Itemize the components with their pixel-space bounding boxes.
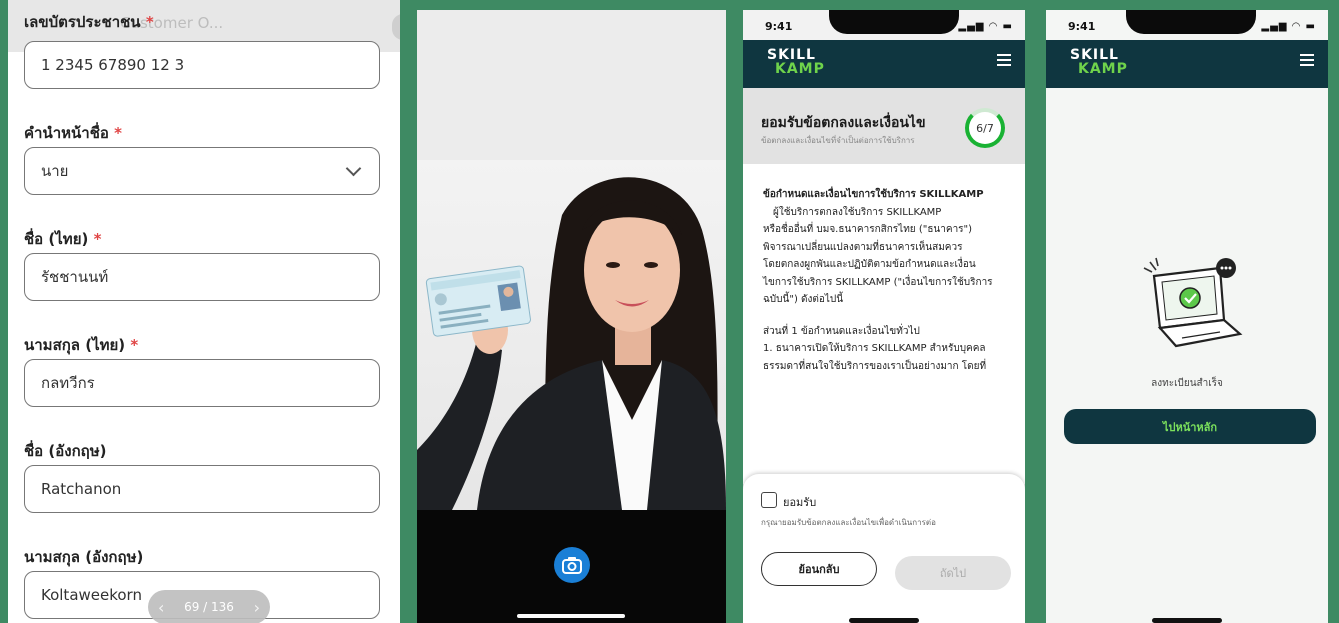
terms-subtitle: ข้อตกลงและเงื่อนไขที่จำเป็นต่อการใช้บริก… xyxy=(761,136,915,145)
label-last-name-en: นามสกุล (อังกฤษ) xyxy=(24,548,144,566)
accept-note: กรุณายอมรับข้อตกลงและเงื่อนไขเพื่อดำเนิน… xyxy=(761,518,936,527)
terms-line: ไขการใช้บริการ SKILLKAMP ("เงื่อนไขการใช… xyxy=(763,276,993,288)
label-first-name-th: ชื่อ (ไทย) * xyxy=(24,230,102,248)
phone-notch xyxy=(829,10,959,34)
home-indicator xyxy=(1152,618,1222,623)
label-title-prefix: คำนำหน้าชื่อ * xyxy=(24,124,122,142)
camera-capture-panel xyxy=(417,10,726,623)
last-name-th-input[interactable]: กลทวีกร xyxy=(24,359,380,407)
label-last-name-th: นามสกุล (ไทย) * xyxy=(24,336,139,354)
chevron-down-icon xyxy=(345,160,362,176)
terms-line: โดยตกลงผูกพันและปฏิบัติตามข้อกำหนดและเงื… xyxy=(763,259,976,270)
status-time: 9:41 xyxy=(1068,20,1096,33)
next-page-button[interactable]: › xyxy=(254,598,260,617)
home-indicator xyxy=(517,614,625,618)
app-bar: SKILL KAMP xyxy=(743,40,1025,88)
registration-form-panel: Customer O... เลขบัตรประชาชน * 1 2345 67… xyxy=(8,0,400,623)
person-holding-id-card-photo xyxy=(417,177,726,510)
camera-icon xyxy=(562,557,582,574)
terms-line: หรือชื่ออื่นที่ บมจ.ธนาคารกสิกรไทย ("ธนา… xyxy=(763,224,973,235)
phone-notch xyxy=(1126,10,1256,34)
next-button[interactable]: ถัดไป xyxy=(895,556,1011,590)
page-count: 69 / 136 xyxy=(184,600,234,614)
skillkamp-logo: SKILL KAMP xyxy=(767,47,825,77)
label-first-name-en: ชื่อ (อังกฤษ) xyxy=(24,442,107,460)
terms-line: ผู้ใช้บริการตกลงใช้บริการ SKILLKAMP xyxy=(773,206,942,218)
accept-label: ยอมรับ xyxy=(783,496,817,509)
terms-body-heading: ข้อกำหนดและเงื่อนไขการใช้บริการ SKILLKAM… xyxy=(763,189,984,200)
laptop-success-icon xyxy=(1143,257,1243,348)
terms-line: พิจารณาเปลี่ยนแปลงตามที่ธนาคารเห็นสมควร xyxy=(763,241,963,253)
terms-title: ยอมรับข้อตกลงและเงื่อนไข xyxy=(761,115,926,131)
status-time: 9:41 xyxy=(765,20,793,33)
id-card-input[interactable]: 1 2345 67890 12 3 xyxy=(24,41,380,89)
home-indicator xyxy=(849,618,919,623)
label-id-card: เลขบัตรประชาชน * xyxy=(24,13,154,31)
terms-screen: 9:41 ▂▄▆ ◠ ▬ SKILL KAMP ยอมรับข้อตกลงและเ… xyxy=(743,10,1025,623)
first-name-th-input[interactable]: รัชชานนท์ xyxy=(24,253,380,301)
back-button[interactable]: ย้อนกลับ xyxy=(761,552,877,586)
hamburger-menu-icon[interactable] xyxy=(997,54,1011,69)
progress-ring: 6/7 xyxy=(965,108,1005,148)
capture-button[interactable] xyxy=(554,547,590,583)
hamburger-menu-icon[interactable] xyxy=(1300,54,1314,69)
terms-section-title: ส่วนที่ 1 ข้อกำหนดและเงื่อนไขทั่วไป xyxy=(763,325,920,337)
terms-content: ข้อกำหนดและเงื่อนไขการใช้บริการ SKILLKAM… xyxy=(743,164,1025,484)
status-icons: ▂▄▆ ◠ ▬ xyxy=(1261,21,1316,32)
app-bar: SKILL KAMP xyxy=(1046,40,1328,88)
prev-page-button[interactable]: ‹ xyxy=(158,598,164,617)
status-icons: ▂▄▆ ◠ ▬ xyxy=(958,21,1013,32)
terms-line: ธรรมดาที่สนใจใช้บริการของเราเป็นอย่างมาก… xyxy=(763,360,987,372)
go-home-button[interactable]: ไปหน้าหลัก xyxy=(1064,409,1316,444)
accept-sheet: ยอมรับ กรุณายอมรับข้อตกลงและเงื่อนไขเพื่… xyxy=(743,474,1025,623)
terms-line: ฉบับนี้") ดังต่อไปนี้ xyxy=(763,294,844,305)
title-prefix-select[interactable]: นาย xyxy=(24,147,380,195)
page-indicator: ‹ 69 / 136 › xyxy=(148,590,270,623)
accept-checkbox[interactable] xyxy=(761,492,777,508)
success-screen: 9:41 ▂▄▆ ◠ ▬ SKILL KAMP ลงทะเบียนสำเร็จ ไ… xyxy=(1046,10,1328,623)
success-message: ลงทะเบียนสำเร็จ xyxy=(1151,378,1223,389)
skillkamp-logo: SKILL KAMP xyxy=(1070,47,1128,77)
first-name-en-input[interactable]: Ratchanon xyxy=(24,465,380,513)
terms-header: ยอมรับข้อตกลงและเงื่อนไข ข้อตกลงและเงื่อ… xyxy=(743,88,1025,164)
terms-line: 1. ธนาคารเปิดให้บริการ SKILLKAMP สำหรับบ… xyxy=(763,343,986,354)
